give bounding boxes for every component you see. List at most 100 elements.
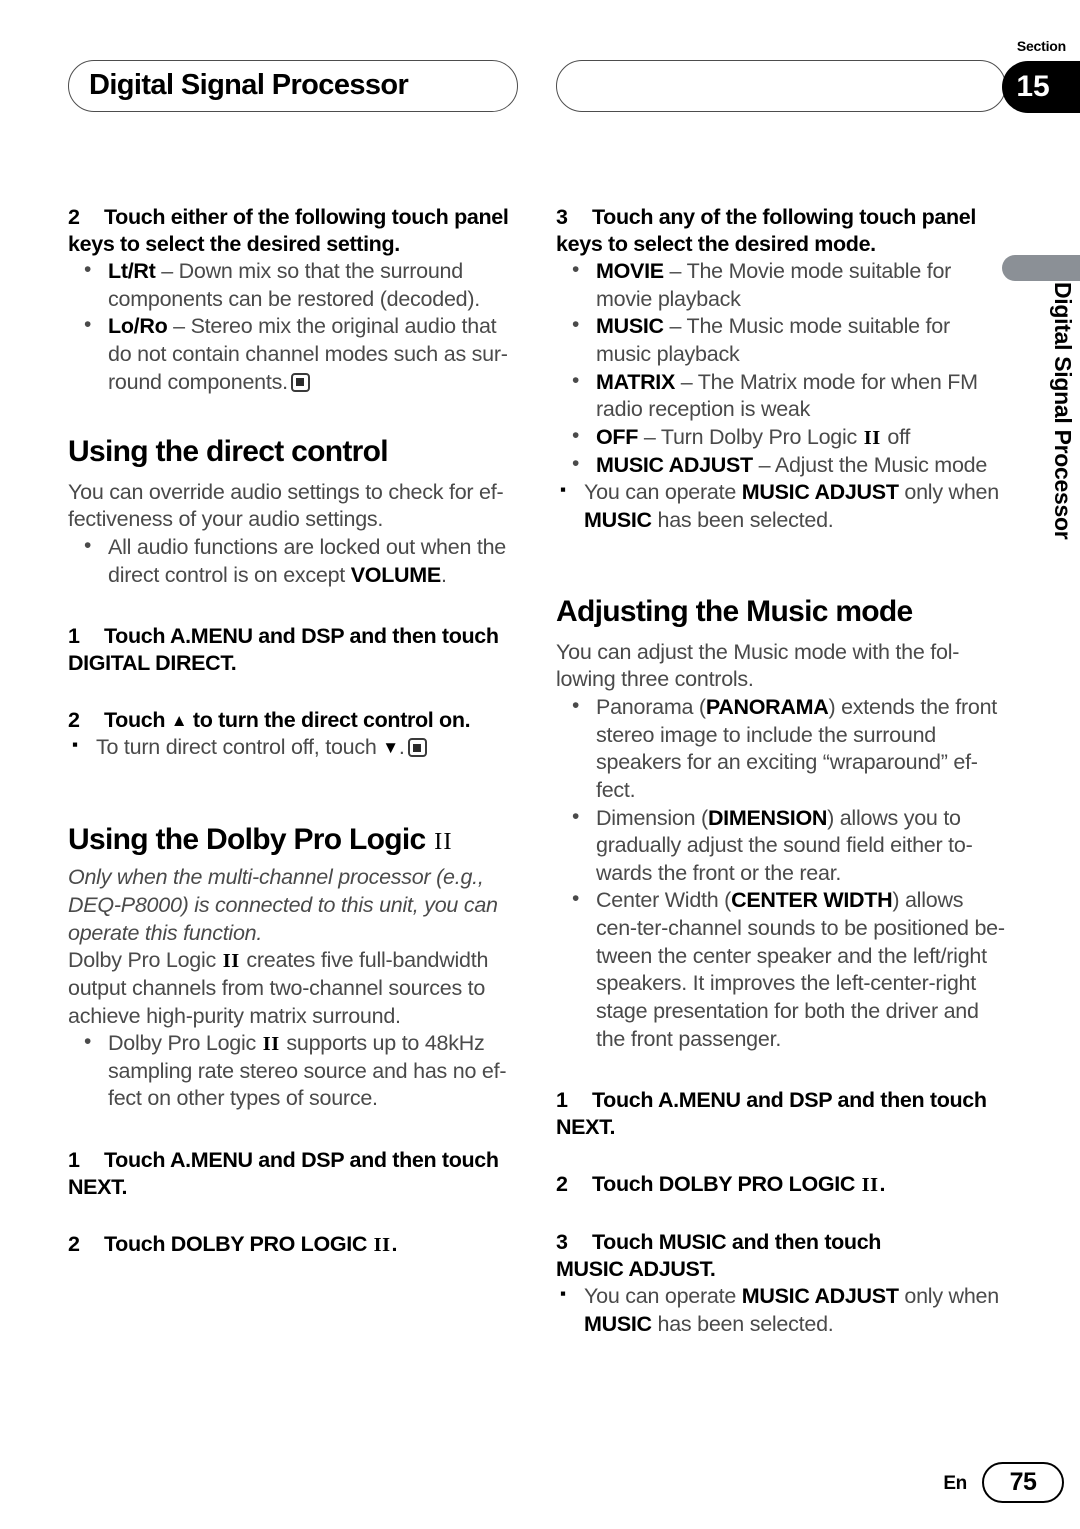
side-tab-label: Digital Signal Processor — [1050, 282, 1076, 540]
step-item: 3 Touch any of the following touch panel … — [556, 204, 1006, 258]
bullet-term: MUSIC ADJUST — [596, 452, 753, 477]
step-number: 1 — [68, 1148, 80, 1173]
mode-bullet-list: MOVIE – The Movie mode suitable for movi… — [556, 257, 1006, 479]
end-of-topic-icon — [290, 372, 310, 392]
bullet-text-a: Panorama ( — [596, 695, 706, 720]
note-bold-1: MUSIC ADJUST — [741, 1284, 899, 1309]
bullet-desc-a: – Turn Dolby Pro Logic — [643, 424, 863, 449]
step-text-a: Touch DOLBY PRO LOGIC — [104, 1232, 373, 1257]
bullet-term: Lt/Rt — [108, 259, 156, 284]
step-item: 2 Touch ▲ to turn the direct control on. — [68, 707, 518, 734]
step-item: 1 Touch A.MENU and DSP and then touch NEX… — [68, 1147, 518, 1201]
step-text-line1: Touch A.MENU and DSP and then touch — [104, 624, 499, 649]
list-item: Panorama (PANORAMA) extends the front st… — [556, 693, 1006, 805]
mode-note: You can operate MUSIC ADJUST only when M… — [556, 479, 1006, 534]
heading-dolby-pro-logic: Using the Dolby Pro Logic II — [68, 823, 518, 857]
bullet-text-a: Dolby Pro Logic — [108, 1031, 262, 1056]
note-text-a: To turn direct control off, touch — [96, 735, 383, 760]
bullet-term: Lo/Ro — [108, 314, 168, 339]
step-number: 2 — [68, 205, 80, 229]
step-item: 1 Touch A.MENU and DSP and then touch NEX… — [556, 1087, 1006, 1141]
step-text-b: . — [391, 1232, 398, 1257]
dolby-pro-logic-two-mark: II — [222, 950, 240, 973]
note-text-c: has been selected. — [651, 1311, 834, 1336]
bullet-bold: VOLUME — [350, 562, 441, 587]
bullet-text-b: . — [440, 562, 447, 587]
step-text-line2: NEXT. — [68, 1175, 128, 1200]
triangle-down-icon: ▼ — [382, 738, 399, 758]
list-item: To turn direct control off, touch ▼. — [68, 734, 518, 762]
dolby-pro-logic-two-mark: II — [262, 1033, 280, 1056]
end-of-topic-icon — [407, 738, 427, 758]
step-text-line2: MUSIC ADJUST. — [556, 1257, 716, 1282]
bullet-text-b: ) allows cen-ter-channel sounds to be po… — [596, 888, 1005, 1051]
note-text-b: only when — [898, 480, 999, 505]
page-footer: En 75 — [0, 1439, 1080, 1529]
list-item: Lo/Ro – Stereo mix the original audio th… — [68, 312, 518, 396]
triangle-up-icon: ▲ — [170, 711, 188, 731]
footer-language: En — [943, 1473, 967, 1494]
step-item: 1 Touch A.MENU and DSP and then touch DIG… — [68, 623, 518, 677]
note-text-b: only when — [898, 1284, 999, 1309]
step-text-line2: DIGITAL DIRECT. — [68, 651, 237, 676]
music-mode-note: You can operate MUSIC ADJUST only when M… — [556, 1283, 1006, 1338]
bullet-text-a: Center Width ( — [596, 888, 732, 913]
step-number: 2 — [556, 1172, 568, 1197]
step-item: 2 Touch DOLBY PRO LOGIC II. — [556, 1171, 1006, 1199]
step-number: 3 — [556, 205, 568, 229]
side-tab-marker — [1002, 255, 1080, 281]
bullet-text-a: Dimension ( — [596, 805, 708, 830]
dolby-pro-logic-two-mark: II — [863, 426, 881, 449]
direct-control-bullets: All audio functions are locked out when … — [68, 533, 518, 589]
page-header: Digital Signal Processor Section 15 — [0, 0, 1080, 170]
step2-bullet-list: Lt/Rt – Down mix so that the surround co… — [68, 257, 518, 396]
step-text-b: to turn the direct control on. — [187, 708, 471, 733]
list-item: Center Width (CENTER WIDTH) allows cen-t… — [556, 886, 1006, 1053]
note-text-a: You can operate — [584, 1284, 742, 1309]
music-mode-intro: You can adjust the Music mode with the f… — [556, 639, 960, 692]
heading-direct-control: Using the direct control — [68, 435, 389, 469]
header-secondary-pill — [556, 60, 1006, 112]
bullet-term: OFF — [596, 424, 639, 449]
dolby-pro-logic-two-mark: II — [861, 1174, 879, 1197]
list-item: MOVIE – The Movie mode suitable for movi… — [556, 257, 1006, 313]
music-mode-bullets: Panorama (PANORAMA) extends the front st… — [556, 693, 1006, 1053]
bullet-bold: CENTER WIDTH — [731, 888, 893, 913]
list-item: Lt/Rt – Down mix so that the surround co… — [68, 257, 518, 313]
step-item: 3 Touch MUSIC and then touch MUSIC ADJUST… — [556, 1229, 1006, 1283]
step-text-a: Touch — [104, 708, 171, 733]
bullet-desc-b: off — [881, 424, 911, 449]
chapter-title-pill: Digital Signal Processor — [68, 60, 518, 112]
step-text: Touch either of the following touch pane… — [68, 205, 509, 257]
bullet-term: MATRIX — [596, 369, 676, 394]
note-text-a: You can operate — [584, 480, 742, 505]
section-label: Section — [1016, 38, 1066, 54]
heading-text: Using the Dolby Pro Logic — [68, 823, 434, 857]
list-item: Dimension (DIMENSION) allows you to grad… — [556, 804, 1006, 888]
dolby-pro-logic-two-mark: II — [434, 828, 453, 856]
direct-control-note: To turn direct control off, touch ▼. — [68, 734, 518, 762]
dolby-bullets: Dolby Pro Logic II supports up to 48kHz … — [68, 1029, 518, 1113]
step-text-line1: Touch A.MENU and DSP and then touch — [592, 1088, 987, 1113]
note-text-c: has been selected. — [651, 507, 834, 532]
list-item: Dolby Pro Logic II supports up to 48kHz … — [68, 1029, 518, 1113]
page-title: Digital Signal Processor — [89, 68, 409, 101]
step-text-line2: NEXT. — [556, 1115, 616, 1140]
heading-adjusting-music-mode: Adjusting the Music mode — [556, 595, 913, 629]
step-item: 2 Touch DOLBY PRO LOGIC II. — [68, 1231, 518, 1259]
bullet-desc: – Adjust the Music mode — [758, 452, 988, 477]
list-item: All audio functions are locked out when … — [68, 533, 518, 589]
list-item: You can operate MUSIC ADJUST only when M… — [556, 479, 1006, 534]
dolby-italic-note: Only when the multi-channel processor (e… — [68, 865, 498, 945]
step-text: Touch any of the following touch panel k… — [556, 205, 977, 257]
direct-control-intro: You can override audio settings to check… — [68, 479, 504, 532]
step-number: 3 — [556, 1230, 568, 1255]
footer-page-number: 75 — [982, 1462, 1064, 1503]
note-bold-2: MUSIC — [584, 1311, 652, 1336]
list-item: You can operate MUSIC ADJUST only when M… — [556, 1283, 1006, 1338]
step-text-line1: Touch A.MENU and DSP and then touch — [104, 1148, 499, 1173]
bullet-term: MUSIC — [596, 314, 664, 339]
bullet-bold: DIMENSION — [707, 805, 828, 830]
section-number-badge: 15 — [1002, 61, 1080, 113]
bullet-bold: PANORAMA — [705, 695, 829, 720]
